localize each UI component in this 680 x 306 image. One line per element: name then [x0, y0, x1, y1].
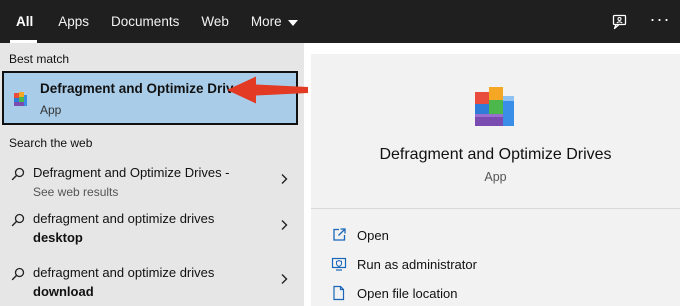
- tab-all-label: All: [16, 14, 34, 29]
- web-result-3[interactable]: defragment and optimize drives download: [0, 259, 304, 299]
- run-as-admin-action[interactable]: Run as administrator: [331, 253, 477, 275]
- filter-tabs: All Apps Documents Web More: [0, 0, 309, 43]
- chevron-right-icon: [281, 274, 288, 284]
- web-result-2[interactable]: defragment and optimize drives desktop: [0, 205, 304, 245]
- tab-documents[interactable]: Documents: [100, 0, 190, 43]
- best-match-subtitle: App: [40, 103, 62, 117]
- shield-icon: [331, 257, 347, 271]
- divider: [311, 208, 680, 209]
- web-result-1[interactable]: Defragment and Optimize Drives - See web…: [0, 159, 304, 199]
- preview-app-title: Defragment and Optimize Drives: [379, 146, 612, 163]
- search-icon: [11, 213, 25, 227]
- top-actions: ···: [608, 0, 672, 43]
- chevron-right-icon: [281, 220, 288, 230]
- search-icon: [11, 167, 25, 181]
- defrag-app-icon: [475, 87, 514, 126]
- web-result-2-title: defragment and optimize drives: [33, 211, 215, 226]
- web-result-3-title: defragment and optimize drives: [33, 265, 215, 280]
- tab-web-label: Web: [201, 14, 229, 29]
- preview-app-type: App: [484, 170, 507, 184]
- tab-more[interactable]: More: [240, 0, 309, 43]
- defrag-app-icon: [14, 92, 27, 106]
- search-web-heading: Search the web: [9, 136, 93, 150]
- web-result-1-title: Defragment and Optimize Drives -: [33, 165, 230, 180]
- tab-web[interactable]: Web: [190, 0, 240, 43]
- best-match-title: Defragment and Optimize Drives: [40, 81, 249, 96]
- tab-more-label: More: [250, 14, 282, 29]
- run-as-admin-label: Run as administrator: [357, 256, 477, 272]
- results-panel: Best match Defragment and Optimize Drive…: [0, 43, 304, 306]
- search-filter-bar: All Apps Documents Web More ···: [0, 0, 680, 43]
- ellipsis-icon: ···: [649, 8, 671, 29]
- open-file-location-label: Open file location: [357, 285, 458, 301]
- tab-all[interactable]: All: [0, 0, 47, 43]
- web-result-2-subtitle: desktop: [33, 230, 83, 245]
- open-file-location-action[interactable]: Open file location: [331, 282, 457, 304]
- file-location-icon: [333, 285, 345, 301]
- search-icon: [11, 267, 25, 281]
- feedback-button[interactable]: [608, 10, 632, 34]
- web-result-3-subtitle: download: [33, 284, 94, 299]
- tab-documents-label: Documents: [111, 14, 180, 29]
- windows-search-window: All Apps Documents Web More ··· Best mat…: [0, 0, 680, 306]
- tab-apps-label: Apps: [58, 14, 90, 29]
- tab-apps[interactable]: Apps: [47, 0, 100, 43]
- open-action[interactable]: Open: [331, 224, 389, 246]
- feedback-icon: [612, 14, 627, 29]
- chevron-right-icon: [281, 174, 288, 184]
- more-options-button[interactable]: ···: [648, 10, 672, 34]
- preview-panel: Defragment and Optimize Drives App Open …: [311, 54, 680, 306]
- web-result-1-subtitle: See web results: [33, 185, 119, 199]
- open-icon: [333, 228, 346, 241]
- best-match-item[interactable]: Defragment and Optimize Drives App: [2, 71, 298, 125]
- best-match-heading: Best match: [9, 52, 70, 66]
- open-label: Open: [357, 227, 389, 243]
- chevron-down-icon: [287, 19, 298, 26]
